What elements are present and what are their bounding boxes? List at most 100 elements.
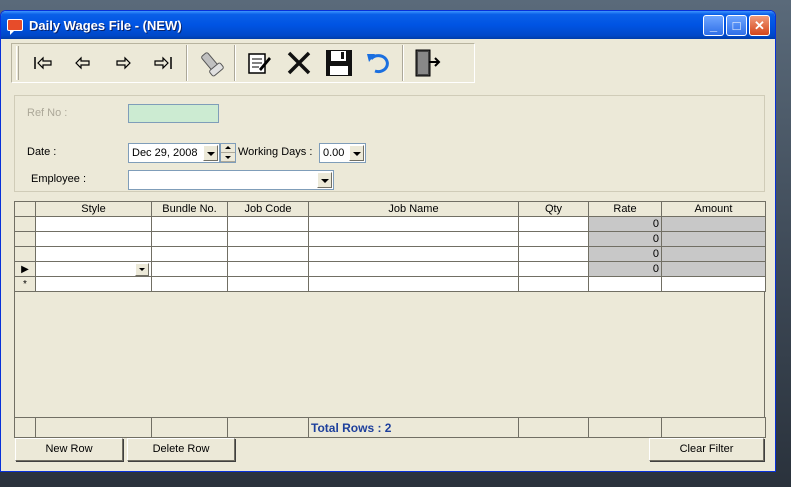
toolbar-separator xyxy=(234,45,236,81)
ref-no-field[interactable] xyxy=(128,104,219,123)
spin-up-icon[interactable] xyxy=(221,144,235,153)
toolbar xyxy=(11,43,475,83)
cell-style[interactable] xyxy=(35,276,152,292)
date-spinner[interactable] xyxy=(220,143,236,163)
flashlight-icon xyxy=(201,52,224,77)
toolbar-separator xyxy=(186,45,188,81)
delete-x-icon xyxy=(287,51,311,75)
cell-bundle-no[interactable] xyxy=(151,261,228,277)
row-selector[interactable] xyxy=(14,246,36,262)
footer-cell xyxy=(661,417,766,438)
chevron-down-icon[interactable] xyxy=(349,145,364,161)
arrow-left-icon xyxy=(75,56,90,70)
cell-style[interactable] xyxy=(35,246,152,262)
cell-job-code[interactable] xyxy=(227,261,309,277)
cell-bundle-no[interactable] xyxy=(151,231,228,247)
cell-bundle-no[interactable] xyxy=(151,246,228,262)
window-title: Daily Wages File - (NEW) xyxy=(29,17,182,33)
column-header-amount[interactable]: Amount xyxy=(661,201,766,217)
footer-cell xyxy=(588,417,662,438)
cell-job-name[interactable] xyxy=(308,216,519,232)
cell-job-name[interactable] xyxy=(308,246,519,262)
column-header-job-code[interactable]: Job Code xyxy=(227,201,309,217)
total-rows-label: Total Rows : 2 xyxy=(308,417,519,438)
close-button[interactable]: ✕ xyxy=(749,14,770,36)
grid-table: Style Bundle No. Job Code Job Name Qty R… xyxy=(14,201,766,292)
table-row[interactable]: 0 xyxy=(14,231,766,247)
daily-wages-window: Daily Wages File - (NEW) _ □ ✕ Ref No: … xyxy=(0,10,776,472)
cell-amount[interactable] xyxy=(661,276,766,292)
table-row-new[interactable]: * xyxy=(14,276,766,292)
title-bar[interactable]: Daily Wages File - (NEW) _ □ ✕ xyxy=(1,11,775,39)
clear-filter-button[interactable]: Clear Filter xyxy=(649,438,764,461)
minimize-button[interactable]: _ xyxy=(703,14,724,36)
cell-job-name[interactable] xyxy=(308,261,519,277)
new-row-button[interactable]: New Row xyxy=(15,438,123,461)
cell-qty[interactable] xyxy=(518,231,589,247)
last-record-button[interactable] xyxy=(143,46,183,80)
app-form-icon xyxy=(7,19,23,35)
delete-button[interactable] xyxy=(279,46,319,80)
working-days-label: Working Days : xyxy=(238,146,313,158)
toolbar-grip[interactable] xyxy=(16,46,19,80)
wages-grid[interactable]: Style Bundle No. Job Code Job Name Qty R… xyxy=(14,201,766,438)
save-button[interactable] xyxy=(319,46,359,80)
undo-button[interactable] xyxy=(359,46,399,80)
cell-job-name[interactable] xyxy=(308,276,519,292)
cell-amount xyxy=(661,261,766,277)
cell-bundle-no[interactable] xyxy=(151,216,228,232)
cell-qty[interactable] xyxy=(518,261,589,277)
cell-style[interactable] xyxy=(35,261,152,277)
column-header-style[interactable]: Style xyxy=(35,201,152,217)
chevron-down-icon[interactable] xyxy=(135,262,149,276)
style-select[interactable] xyxy=(38,262,149,276)
cell-qty[interactable] xyxy=(518,246,589,262)
chevron-down-icon[interactable] xyxy=(203,145,218,161)
column-header-job-name[interactable]: Job Name xyxy=(308,201,519,217)
first-record-button[interactable] xyxy=(23,46,63,80)
exit-button[interactable] xyxy=(407,46,447,80)
grid-footer: Total Rows : 2 xyxy=(14,417,766,438)
cell-job-code[interactable] xyxy=(227,231,309,247)
edit-button[interactable] xyxy=(239,46,279,80)
table-row[interactable]: 0 xyxy=(14,246,766,262)
table-row-current[interactable]: ▶ 0 xyxy=(14,261,766,277)
date-picker[interactable]: Dec 29, 2008 xyxy=(128,143,220,163)
cell-rate: 0 xyxy=(588,216,662,232)
spin-down-icon[interactable] xyxy=(221,153,235,162)
first-icon xyxy=(34,56,52,70)
column-header-rate[interactable]: Rate xyxy=(588,201,662,217)
chevron-down-icon[interactable] xyxy=(317,172,332,188)
cell-rate: 0 xyxy=(588,261,662,277)
cell-job-code[interactable] xyxy=(227,246,309,262)
cell-bundle-no[interactable] xyxy=(151,276,228,292)
employee-select[interactable] xyxy=(128,170,334,190)
cell-job-name[interactable] xyxy=(308,231,519,247)
ref-no-label: Ref No : xyxy=(27,107,68,119)
row-selector[interactable] xyxy=(14,231,36,247)
column-header-qty[interactable]: Qty xyxy=(518,201,589,217)
date-label: Date : xyxy=(27,146,57,158)
maximize-button[interactable]: □ xyxy=(726,14,747,36)
working-days-select[interactable]: 0.00 xyxy=(319,143,366,163)
row-selector[interactable] xyxy=(14,216,36,232)
cell-job-code[interactable] xyxy=(227,216,309,232)
cell-qty[interactable] xyxy=(518,216,589,232)
date-value: Dec 29, 2008 xyxy=(132,147,198,159)
cell-amount xyxy=(661,246,766,262)
find-button[interactable] xyxy=(191,46,231,80)
delete-row-button[interactable]: Delete Row xyxy=(127,438,235,461)
cell-style[interactable] xyxy=(35,231,152,247)
current-row-marker[interactable]: ▶ xyxy=(14,261,36,277)
new-row-marker[interactable]: * xyxy=(14,276,36,292)
next-record-button[interactable] xyxy=(103,46,143,80)
table-row[interactable]: 0 xyxy=(14,216,766,232)
cell-rate[interactable] xyxy=(588,276,662,292)
cell-job-code[interactable] xyxy=(227,276,309,292)
column-header-bundle-no[interactable]: Bundle No. xyxy=(151,201,228,217)
previous-record-button[interactable] xyxy=(63,46,103,80)
cell-style[interactable] xyxy=(35,216,152,232)
cell-qty[interactable] xyxy=(518,276,589,292)
last-icon xyxy=(154,56,172,70)
footer-cell xyxy=(151,417,228,438)
